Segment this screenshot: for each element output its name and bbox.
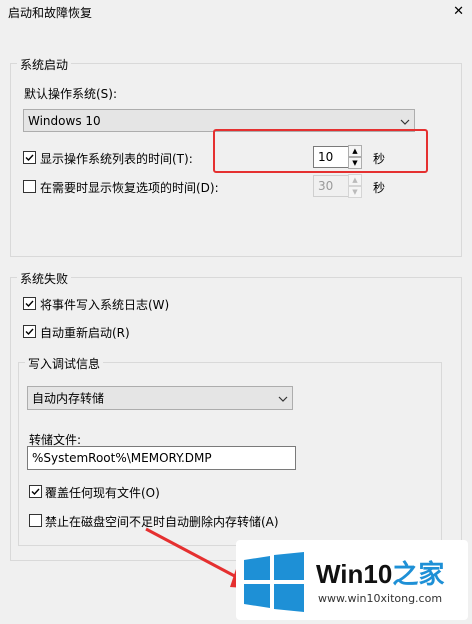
dump-type-value: 自动内存转储 — [32, 391, 105, 406]
recovery-time-unit: 秒 — [373, 181, 386, 195]
failure-group-label: 系统失败 — [17, 270, 72, 287]
dump-type-select[interactable]: 自动内存转储 — [27, 386, 293, 410]
show-os-list-label: 显示操作系统列表的时间(T): — [40, 152, 193, 166]
overwrite-checkbox[interactable] — [29, 485, 42, 498]
chevron-down-icon — [278, 391, 288, 405]
write-event-label: 将事件写入系统日志(W) — [40, 298, 170, 312]
windows-logo-icon — [244, 552, 304, 612]
recovery-spin-down-button: ▼ — [348, 186, 362, 198]
recovery-time-input: 30 — [313, 175, 349, 197]
watermark: Win10之家 www.win10xitong.com — [236, 540, 468, 620]
chevron-down-icon — [400, 114, 410, 128]
debug-group-label: 写入调试信息 — [25, 355, 104, 372]
close-icon[interactable]: ✕ — [453, 4, 464, 19]
recovery-options-label: 在需要时显示恢复选项的时间(D): — [40, 181, 219, 195]
default-os-label: 默认操作系统(S): — [24, 87, 118, 101]
auto-restart-label: 自动重新启动(R) — [40, 326, 130, 340]
write-event-checkbox[interactable] — [23, 297, 36, 310]
watermark-brand-suffix: 之家 — [392, 559, 445, 589]
auto-restart-checkbox[interactable] — [23, 325, 36, 338]
recovery-spin-up-button: ▲ — [348, 174, 362, 186]
window-title: 启动和故障恢复 — [8, 6, 93, 20]
recovery-time-value: 30 — [318, 179, 334, 193]
check-icon — [25, 328, 34, 336]
check-icon — [25, 154, 34, 162]
startup-group-label: 系统启动 — [17, 56, 72, 73]
dump-file-value: %SystemRoot%\MEMORY.DMP — [32, 451, 212, 465]
recovery-options-checkbox[interactable] — [23, 180, 36, 193]
disable-auto-delete-checkbox[interactable] — [29, 514, 42, 527]
highlight-box — [213, 129, 428, 173]
show-os-list-checkbox[interactable] — [23, 151, 36, 164]
watermark-brand: Win10 — [316, 559, 393, 589]
dump-file-input[interactable]: %SystemRoot%\MEMORY.DMP — [27, 446, 296, 470]
default-os-value: Windows 10 — [28, 113, 101, 128]
watermark-url: www.win10xitong.com — [318, 592, 443, 605]
overwrite-label: 覆盖任何现有文件(O) — [45, 486, 160, 500]
check-icon — [31, 488, 40, 496]
check-icon — [25, 300, 34, 308]
